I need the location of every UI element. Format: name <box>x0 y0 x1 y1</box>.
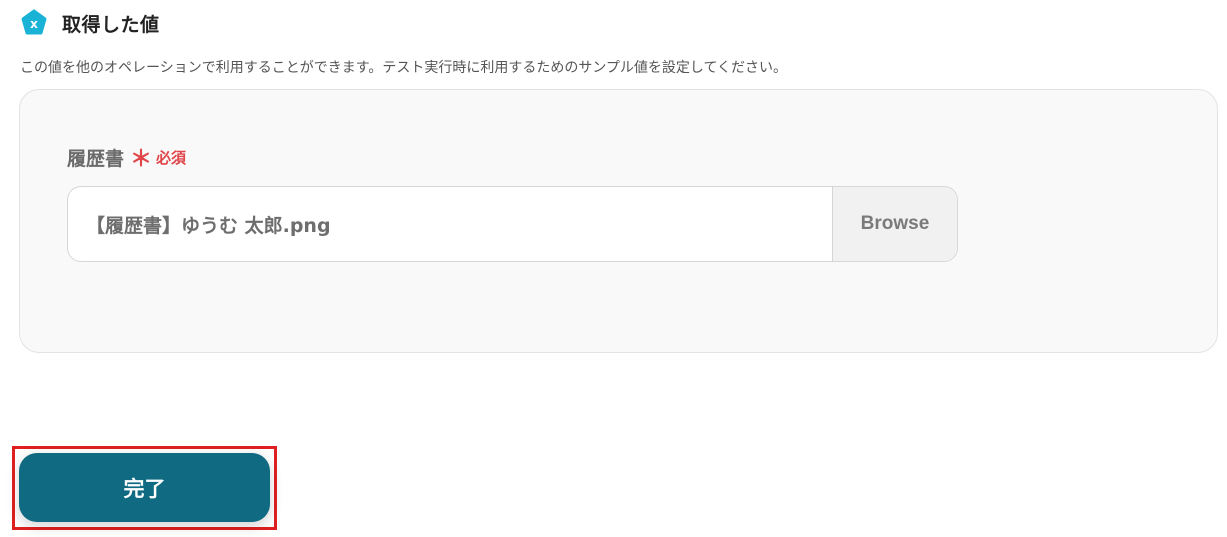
field-label-row: 履歴書 ＊ 必須 <box>67 144 186 171</box>
svg-text:x: x <box>30 17 38 31</box>
file-name-display[interactable]: 【履歴書】ゆうむ 太郎.png <box>68 187 832 261</box>
file-input[interactable]: 【履歴書】ゆうむ 太郎.png Browse <box>67 186 958 262</box>
required-asterisk: ＊ <box>130 146 153 172</box>
browse-button[interactable]: Browse <box>832 187 957 261</box>
x-badge-icon: x <box>20 9 48 37</box>
required-badge: 必須 <box>156 149 187 167</box>
input-panel: 履歴書 ＊ 必須 【履歴書】ゆうむ 太郎.png Browse <box>19 89 1218 353</box>
section-title: 取得した値 <box>62 13 160 36</box>
section-description: この値を他のオペレーションで利用することができます。テスト実行時に利用するための… <box>20 60 788 76</box>
done-button[interactable]: 完了 <box>19 453 270 522</box>
section-header: x 取得した値 <box>20 8 160 38</box>
field-label: 履歴書 <box>67 148 125 170</box>
